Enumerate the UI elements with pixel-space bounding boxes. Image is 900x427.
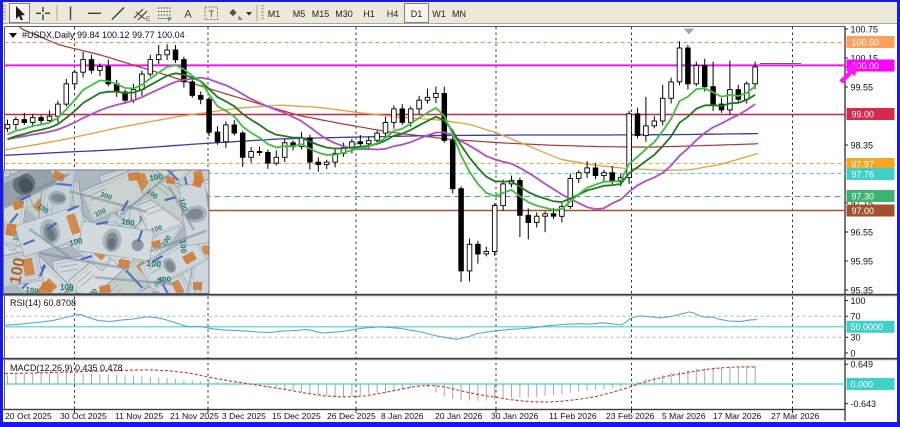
svg-text:E: E <box>146 17 150 23</box>
svg-text:15 Dec 2025: 15 Dec 2025 <box>272 411 321 421</box>
svg-text:H4: H4 <box>387 9 399 19</box>
svg-text:23 Feb 2026: 23 Feb 2026 <box>606 411 654 421</box>
svg-text:M15: M15 <box>312 9 330 19</box>
svg-text:5 Mar 2026: 5 Mar 2026 <box>662 411 706 421</box>
svg-text:95.95: 95.95 <box>851 256 874 266</box>
svg-text:A: A <box>184 9 192 21</box>
svg-text:8 Jan 2026: 8 Jan 2026 <box>381 411 424 421</box>
svg-text:F: F <box>168 18 172 24</box>
svg-text:30 Oct 2025: 30 Oct 2025 <box>60 411 107 421</box>
svg-text:20 Jan 2026: 20 Jan 2026 <box>435 411 483 421</box>
svg-text:96.55: 96.55 <box>851 227 874 237</box>
svg-text:0: 0 <box>851 348 856 358</box>
svg-text:99.00: 99.00 <box>852 110 875 120</box>
svg-text:100: 100 <box>851 296 866 306</box>
svg-text:21 Nov 2025: 21 Nov 2025 <box>170 411 219 421</box>
svg-text:T: T <box>209 9 215 19</box>
svg-text:95.35: 95.35 <box>851 285 874 295</box>
svg-text:M1: M1 <box>268 9 281 19</box>
svg-text:100.75: 100.75 <box>851 24 879 34</box>
svg-text:97.30: 97.30 <box>852 192 875 202</box>
svg-text:97.00: 97.00 <box>852 206 875 216</box>
svg-text:26 Dec 2025: 26 Dec 2025 <box>327 411 376 421</box>
svg-text:98.35: 98.35 <box>851 140 874 150</box>
svg-text:11 Feb 2026: 11 Feb 2026 <box>549 411 597 421</box>
svg-text:MACD(12,26,9) 0.435 0.478: MACD(12,26,9) 0.435 0.478 <box>10 363 123 373</box>
svg-text:-0.643: -0.643 <box>851 399 877 409</box>
svg-text:M30: M30 <box>335 9 353 19</box>
svg-text:W1: W1 <box>432 9 446 19</box>
svg-text:RSI(14) 60.8708: RSI(14) 60.8708 <box>10 298 76 308</box>
svg-text:50.0000: 50.0000 <box>851 322 884 332</box>
svg-text:97.76: 97.76 <box>852 170 875 180</box>
svg-text:0.000: 0.000 <box>851 379 874 389</box>
svg-text:100.50: 100.50 <box>852 38 880 48</box>
svg-text:99.55: 99.55 <box>851 82 874 92</box>
svg-text:M5: M5 <box>293 9 306 19</box>
svg-text:30 Jan 2026: 30 Jan 2026 <box>491 411 539 421</box>
svg-text:MN: MN <box>452 9 466 19</box>
svg-text:H1: H1 <box>363 9 375 19</box>
svg-text:3 Dec 2025: 3 Dec 2025 <box>222 411 266 421</box>
svg-text:#USDX,Daily 99.84 100.12 99.7: #USDX,Daily 99.84 100.12 99.77 100.04 <box>22 30 185 40</box>
svg-text:D1: D1 <box>411 9 423 19</box>
svg-text:70: 70 <box>851 312 861 322</box>
svg-text:27 Mar 2026: 27 Mar 2026 <box>771 411 819 421</box>
svg-text:11 Nov 2025: 11 Nov 2025 <box>115 411 163 421</box>
svg-text:20 Oct 2025: 20 Oct 2025 <box>5 411 52 421</box>
svg-text:17 Mar 2026: 17 Mar 2026 <box>713 411 761 421</box>
svg-text:0.649: 0.649 <box>851 360 874 370</box>
svg-text:30: 30 <box>851 333 861 343</box>
